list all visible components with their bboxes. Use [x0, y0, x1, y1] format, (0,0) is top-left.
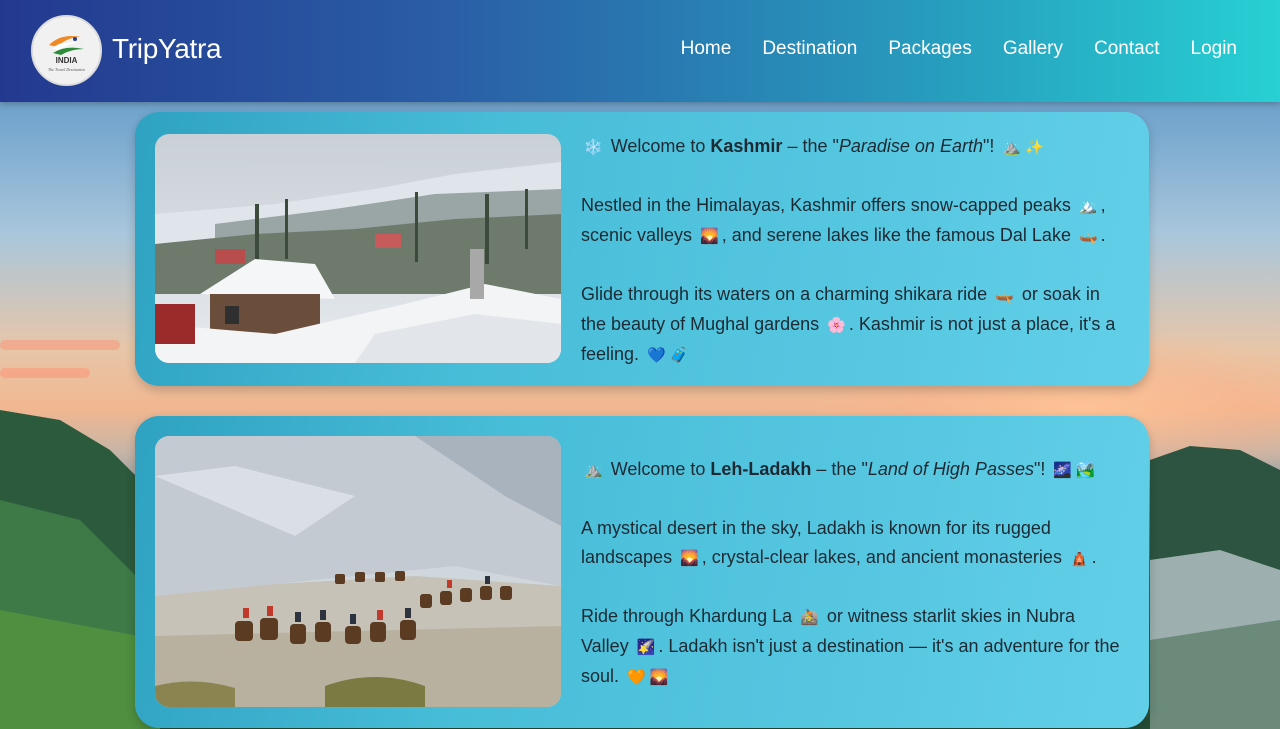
main-nav: Home Destination Packages Gallery Contac… [681, 38, 1237, 60]
snow-peak-icon: 🏔️ [1078, 198, 1098, 215]
nav-login[interactable]: Login [1191, 38, 1238, 60]
brand-name[interactable]: TripYatra [112, 33, 222, 65]
india-flag-swoosh-icon [49, 36, 84, 55]
mountain-icon: ⛰️ [584, 462, 603, 479]
camel-safari-image [155, 436, 561, 707]
intro-line: ❄️ Welcome to Kashmir – the "Paradise on… [581, 132, 1127, 162]
intro-line: ⛰️ Welcome to Leh-Ladakh – the "Land of … [581, 455, 1127, 485]
ladakh-photo [155, 436, 561, 707]
kashmir-description: ❄️ Welcome to Kashmir – the "Paradise on… [581, 132, 1127, 370]
snow-village-image [155, 134, 561, 363]
heart-sunrise-icon: 🧡 🌄 [627, 669, 669, 686]
nav-gallery[interactable]: Gallery [1003, 38, 1063, 60]
logo-subtext: The Travel Destination [48, 67, 85, 72]
destination-tagline: Land of High Passes [867, 459, 1034, 479]
flower-icon: 🌸 [827, 317, 846, 334]
sunrise-icon: 🌄 [700, 228, 719, 245]
destination-name: Kashmir [710, 136, 783, 156]
night-sky-icon: 🌌 🏞️ [1053, 462, 1095, 479]
heart-luggage-icon: 💙 🧳 [647, 347, 689, 364]
description-paragraph: A mystical desert in the sky, Ladakh is … [581, 514, 1127, 573]
cloud-streak [0, 368, 90, 378]
nav-contact[interactable]: Contact [1094, 38, 1159, 60]
logo-text: INDIA [55, 56, 78, 65]
ladakh-description: ⛰️ Welcome to Leh-Ladakh – the "Land of … [581, 455, 1127, 692]
mountain-sparkles-icon: ⛰️ ✨ [1002, 139, 1044, 156]
mountain-bike-icon: 🚵 [800, 609, 819, 626]
kashmir-photo [155, 134, 561, 363]
monastery-icon: 🛕 [1069, 550, 1089, 567]
nav-destination[interactable]: Destination [762, 38, 857, 60]
boat-icon: 🛶 [995, 287, 1014, 304]
destination-name: Leh-Ladakh [710, 459, 812, 479]
description-paragraph: Ride through Khardung La 🚵 or witness st… [581, 602, 1127, 692]
landscape-icon: 🌄 [680, 550, 699, 567]
destination-card-ladakh: ⛰️ Welcome to Leh-Ladakh – the "Land of … [135, 416, 1149, 728]
site-logo[interactable]: INDIA The Travel Destination [31, 15, 102, 86]
description-paragraph: Glide through its waters on a charming s… [581, 280, 1127, 370]
snowflake-icon: ❄️ [584, 139, 603, 156]
shooting-star-icon: 🌠 [636, 639, 656, 656]
destination-tagline: Paradise on Earth [838, 136, 983, 156]
nav-home[interactable]: Home [681, 38, 732, 60]
boat-icon: 🛶 [1078, 228, 1098, 245]
cloud-streak [0, 340, 120, 350]
nav-packages[interactable]: Packages [888, 38, 971, 60]
destination-card-kashmir: ❄️ Welcome to Kashmir – the "Paradise on… [135, 112, 1149, 386]
description-paragraph: Nestled in the Himalayas, Kashmir offers… [581, 191, 1127, 251]
site-header: INDIA The Travel Destination TripYatra H… [0, 0, 1280, 102]
